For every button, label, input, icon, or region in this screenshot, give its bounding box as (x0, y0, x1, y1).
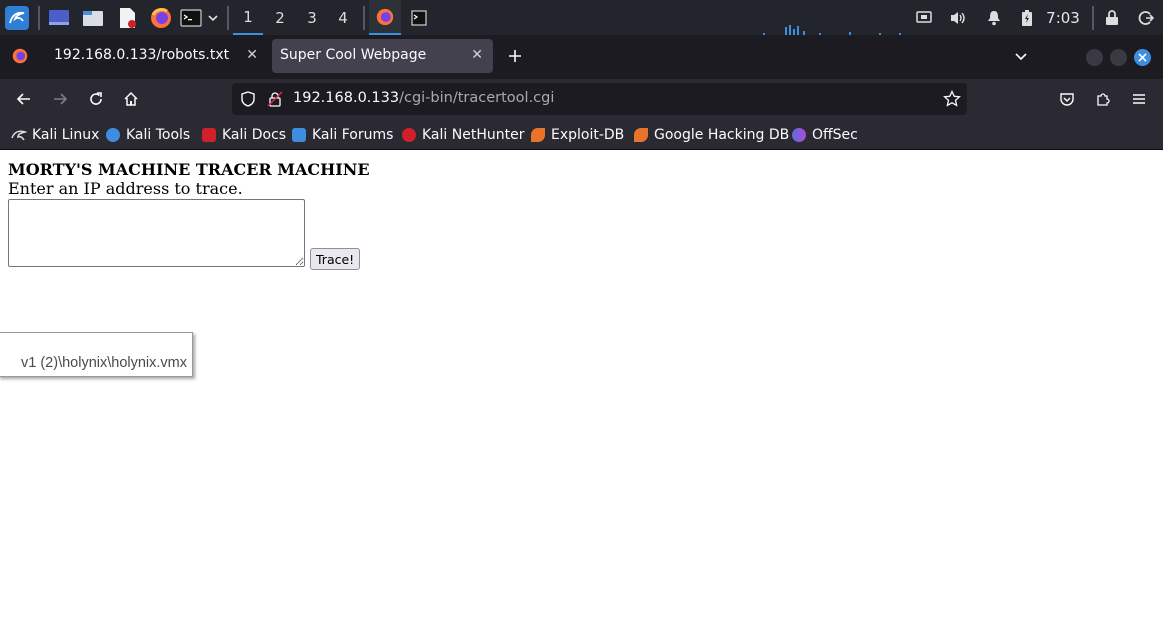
trace-button[interactable]: Trace! (310, 248, 361, 270)
clock[interactable]: 7:03 (1042, 0, 1084, 35)
notification-bell-icon[interactable] (982, 0, 1006, 35)
firefox-window-icon[interactable] (369, 0, 401, 35)
lock-icon[interactable] (1100, 0, 1124, 35)
bookmark-kali-docs[interactable]: Kali Docs (202, 120, 286, 149)
puzzle-icon (1097, 93, 1110, 106)
extensions-button[interactable] (1088, 85, 1118, 113)
chevron-down-icon[interactable] (204, 0, 222, 35)
pocket-icon (1060, 93, 1074, 106)
tooltip: v1 (2)\holynix\holynix.vmx (0, 332, 193, 377)
url-text[interactable]: 192.168.0.133/cgi-bin/tracertool.cgi (293, 90, 554, 106)
bookmark-label: Kali Docs (222, 126, 287, 143)
window-close-button[interactable] (1134, 49, 1151, 66)
tab-super-cool-webpage[interactable]: Super Cool Webpage ✕ (272, 39, 493, 73)
bookmark-label: Kali Forums (312, 126, 394, 143)
bookmark-label: Exploit-DB (551, 126, 625, 143)
taskbar-separator (363, 6, 365, 30)
navigation-toolbar: 192.168.0.133/cgi-bin/tracertool.cgi (0, 79, 1163, 120)
bookmarks-toolbar: Kali Linux Kali Tools Kali Docs Kali For… (0, 120, 1163, 150)
file-manager-icon[interactable] (79, 0, 107, 35)
minimize-button[interactable] (1086, 49, 1103, 66)
new-tab-button[interactable] (500, 42, 530, 70)
bookmark-label: Kali NetHunter (422, 126, 525, 143)
workspace-4[interactable]: 4 (328, 0, 358, 35)
bookmark-label: OffSec (812, 126, 858, 143)
bookmark-kali-forums[interactable]: Kali Forums (292, 120, 393, 149)
exploit-db-icon (531, 127, 545, 142)
page-heading: MORTY'S MACHINE TRACER MACHINE (8, 160, 370, 179)
volume-icon[interactable] (946, 0, 970, 35)
taskbar: 1 2 3 4 7:03 (0, 0, 1163, 35)
taskbar-separator (227, 6, 229, 30)
network-monitor-icon (760, 0, 910, 35)
workspace-3[interactable]: 3 (297, 0, 327, 35)
forward-button[interactable] (45, 85, 75, 113)
arrow-left-icon (16, 93, 30, 105)
bookmark-offsec[interactable]: OffSec (792, 120, 858, 149)
kali-dragon-icon (11, 130, 27, 140)
tab-robots-txt[interactable]: 192.168.0.133/robots.txt ✕ (4, 39, 268, 73)
bookmark-kali-tools[interactable]: Kali Tools (106, 120, 190, 149)
ip-prompt-label: Enter an IP address to trace. (8, 179, 243, 198)
text-editor-icon[interactable] (113, 0, 141, 35)
url-host: 192.168.0.133 (293, 90, 400, 106)
bookmark-kali-nethunter[interactable]: Kali NetHunter (402, 120, 524, 149)
reload-icon (90, 92, 102, 105)
bookmark-kali-linux[interactable]: Kali Linux (11, 120, 99, 149)
home-icon (124, 91, 138, 106)
bookmark-google-hacking-db[interactable]: Google Hacking DB (634, 120, 789, 149)
tab-title: 192.168.0.133/robots.txt (54, 47, 230, 63)
hamburger-menu-icon (1133, 94, 1145, 104)
bookmark-star-icon[interactable] (943, 89, 961, 112)
bookmark-label: Kali Tools (126, 126, 191, 143)
tab-title: Super Cool Webpage (280, 47, 427, 63)
arrow-right-icon (54, 93, 68, 105)
taskbar-separator (38, 6, 40, 30)
maximize-button[interactable] (1110, 49, 1127, 66)
bookmark-label: Kali Linux (32, 126, 100, 143)
home-button[interactable] (116, 85, 146, 113)
kali-nethunter-icon (402, 127, 416, 142)
tab-bar: 192.168.0.133/robots.txt ✕ Super Cool We… (0, 35, 1163, 79)
ip-address-input[interactable] (8, 199, 305, 267)
menu-button[interactable] (1124, 85, 1154, 113)
workspace-2[interactable]: 2 (265, 0, 295, 35)
logout-icon[interactable] (1134, 0, 1158, 35)
close-icon[interactable]: ✕ (471, 47, 483, 63)
display-icon[interactable] (912, 0, 936, 35)
pocket-button[interactable] (1052, 85, 1082, 113)
tooltip-text: v1 (2)\holynix\holynix.vmx (21, 355, 187, 371)
kali-forums-icon (292, 127, 306, 142)
shield-icon[interactable] (240, 91, 256, 111)
offsec-icon (792, 127, 806, 142)
kali-docs-icon (202, 127, 216, 142)
show-desktop-icon[interactable] (45, 0, 73, 35)
url-bar[interactable]: 192.168.0.133/cgi-bin/tracertool.cgi (232, 83, 967, 115)
battery-icon[interactable] (1016, 0, 1038, 35)
insecure-lock-icon[interactable] (267, 91, 283, 111)
firefox-icon[interactable] (147, 0, 175, 35)
kali-menu-icon[interactable] (2, 0, 32, 35)
back-button[interactable] (9, 85, 39, 113)
url-path: /cgi-bin/tracertool.cgi (399, 90, 555, 106)
list-all-tabs-chevron-down-icon[interactable] (1006, 42, 1036, 70)
reload-button[interactable] (81, 85, 111, 113)
terminal-window-icon[interactable] (404, 0, 434, 35)
close-icon[interactable]: ✕ (246, 47, 258, 63)
kali-tools-icon (106, 127, 120, 142)
bookmark-exploit-db[interactable]: Exploit-DB (531, 120, 624, 149)
page-content: MORTY'S MACHINE TRACER MACHINE Enter an … (0, 150, 1163, 640)
firefox-tab-icon (12, 48, 28, 68)
bookmark-label: Google Hacking DB (654, 126, 790, 143)
terminal-icon[interactable] (178, 0, 204, 35)
taskbar-separator (1092, 6, 1094, 30)
workspace-1[interactable]: 1 (233, 0, 263, 35)
close-icon (1138, 53, 1147, 62)
google-hacking-db-icon (634, 127, 648, 142)
